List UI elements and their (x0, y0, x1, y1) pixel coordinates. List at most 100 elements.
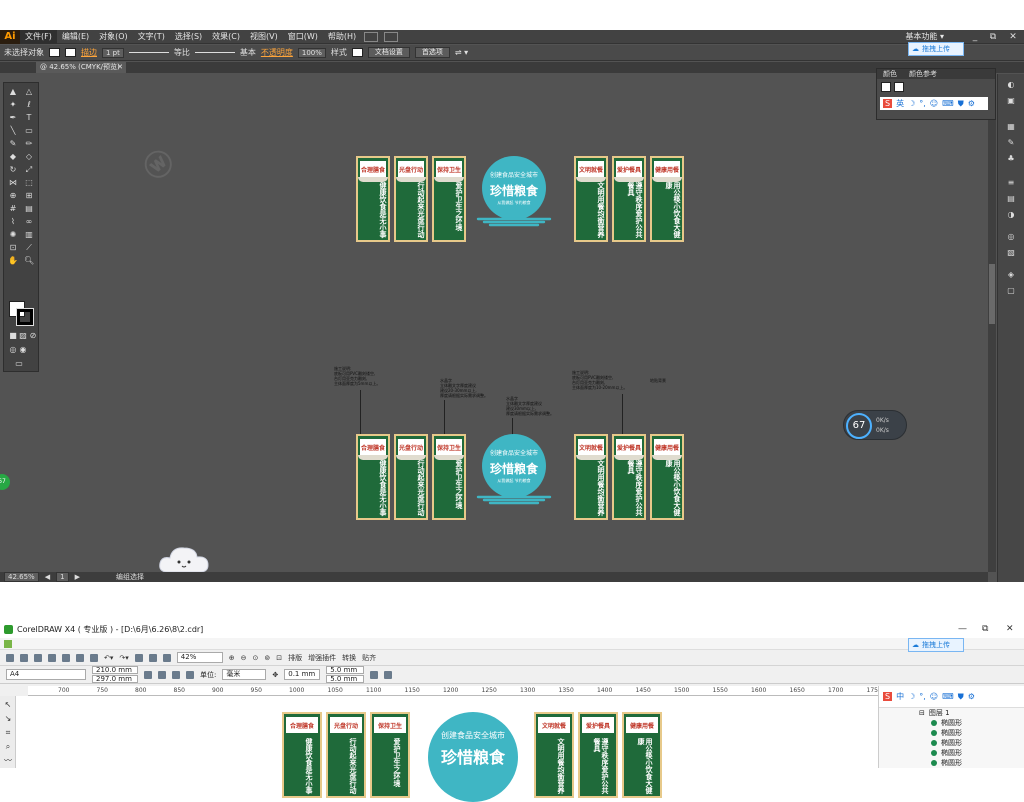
free-transform-icon[interactable]: ⬚ (24, 178, 34, 187)
emoji-icon[interactable]: ☺ (930, 99, 938, 108)
zoom-tool-icon[interactable]: ⌕ (3, 742, 13, 751)
scrollbar-thumb[interactable] (989, 264, 995, 324)
expand-icon[interactable]: ⊟ (919, 709, 925, 717)
paste-icon[interactable] (90, 653, 98, 662)
shirt-icon[interactable]: ⛊ (958, 99, 964, 109)
standee[interactable]: 光盘行动 行动起来光盘行动 (326, 712, 366, 798)
menu-edit[interactable]: 编辑(E) (57, 30, 94, 44)
lasso-icon[interactable]: ℓ (24, 100, 34, 109)
workspace-switcher[interactable]: 基本功能 ▾ (905, 31, 944, 42)
blob-brush-icon[interactable]: ◆ (8, 152, 18, 161)
standee[interactable]: 保持卫生 爱护卫生之环境 (432, 156, 466, 242)
menu-select[interactable]: 选择(S) (170, 30, 207, 44)
portrait-icon[interactable] (144, 670, 152, 679)
cut-icon[interactable] (62, 653, 70, 662)
fill-swatch[interactable] (881, 82, 891, 92)
cloud-mascot-icon[interactable] (158, 544, 210, 574)
stroke-panel-icon[interactable]: ≡ (1006, 178, 1016, 187)
scale-tool-icon[interactable]: ⤢ (24, 165, 34, 174)
moon-icon[interactable]: ☽ (908, 692, 915, 701)
zoom-selected-icon[interactable]: ⊙ (253, 654, 259, 662)
standee[interactable]: 文明就餐 文明用餐均衡营养 (574, 156, 608, 242)
mesh-tool-icon[interactable]: # (8, 204, 18, 213)
app-launcher-icon[interactable] (162, 653, 171, 662)
crop-tool-icon[interactable]: ⌗ (3, 728, 13, 737)
standee[interactable]: 爱护餐具 遵守秩序爱护公共餐具 (612, 434, 646, 520)
vertical-scrollbar[interactable] (988, 74, 996, 572)
opacity-select[interactable]: 100% (297, 47, 326, 58)
standee[interactable]: 合理膳食 健康饮食是无小事 (282, 712, 322, 798)
close-button[interactable]: ✕ (1004, 30, 1022, 44)
stroke-swatch[interactable] (894, 82, 904, 92)
menu-window[interactable]: 窗口(W) (283, 30, 323, 44)
current-page-icon[interactable] (186, 670, 194, 679)
screen-mode-icon[interactable]: ▭ (14, 359, 24, 368)
pencil-icon[interactable]: ✏ (24, 139, 34, 148)
page-size-select[interactable]: A4 (6, 669, 86, 680)
document-icon[interactable] (4, 640, 12, 648)
profile-select[interactable]: 等比 (174, 47, 190, 58)
graph-tool-icon[interactable]: ▥ (24, 230, 34, 239)
artboard-number[interactable]: 1 (56, 572, 69, 582)
network-speed-widget[interactable]: 67 0K/s 0K/s (843, 410, 907, 440)
standee[interactable]: 合理膳食 健康饮食是无小事 (356, 434, 390, 520)
gradient-panel-icon[interactable]: ▤ (1006, 194, 1016, 203)
rotate-tool-icon[interactable]: ↻ (8, 165, 18, 174)
zoom-tool-icon[interactable]: 🔍︎ (24, 256, 34, 265)
settings-icon[interactable]: ⚙ (968, 692, 975, 701)
keyboard-icon[interactable]: ⌨ (942, 99, 954, 108)
gradient-mode-icon[interactable]: ▨ (18, 331, 28, 340)
cd-minimize-button[interactable]: — (958, 624, 967, 634)
pen-tool-icon[interactable]: ✒ (8, 113, 18, 122)
symbol-sprayer-icon[interactable]: ✺ (8, 230, 18, 239)
menu-effect[interactable]: 效果(C) (207, 30, 245, 44)
layer-row[interactable]: ⊟ 图层 1 (879, 708, 1024, 718)
next-artboard-icon[interactable]: ▶ (75, 573, 80, 581)
zoom-in-icon[interactable]: ⊕ (229, 654, 235, 662)
close-tab-icon[interactable]: ✕ (117, 62, 123, 73)
color-mode-icon[interactable]: ■ (8, 331, 18, 340)
stroke-link[interactable]: 描边 (81, 47, 97, 58)
save-icon[interactable] (34, 653, 42, 662)
export-icon[interactable] (148, 653, 157, 662)
ime-language[interactable]: 英 (896, 98, 904, 109)
transparency-icon[interactable]: ◑ (1006, 210, 1016, 219)
keyboard-icon[interactable]: ⌨ (942, 692, 954, 701)
standee[interactable]: 光盘行动 行动起来光盘行动 (394, 156, 428, 242)
standee[interactable]: 文明就餐 文明用餐均衡营养 (574, 434, 608, 520)
convert-toolbar-item[interactable]: 转换 (342, 653, 356, 663)
standee[interactable]: 爱护餐具 遵守秩序爱护公共餐具 (578, 712, 618, 798)
object-row[interactable]: 椭圆形 (879, 718, 1024, 728)
punctuation-icon[interactable]: °, (919, 692, 926, 701)
emoji-icon[interactable]: ☺ (930, 692, 938, 701)
object-row[interactable]: 椭圆形 (879, 758, 1024, 768)
standee[interactable]: 文明就餐 文明用餐均衡营养 (534, 712, 574, 798)
cd-maximize-button[interactable]: ⧉ (982, 624, 988, 634)
units-select[interactable]: 毫米 (222, 669, 267, 680)
object-row[interactable]: 椭圆形 (879, 738, 1024, 748)
menu-help[interactable]: 帮助(H) (323, 30, 361, 44)
punctuation-icon[interactable]: °, (919, 99, 926, 108)
opacity-link[interactable]: 不透明度 (261, 47, 293, 58)
stroke-color-box[interactable] (16, 308, 34, 326)
brush-select[interactable]: 基本 (240, 47, 256, 58)
color-guide-icon[interactable]: ▣ (1006, 96, 1016, 105)
rectangle-tool-icon[interactable]: ▭ (24, 126, 34, 135)
eyedropper-icon[interactable]: ⌇ (8, 217, 18, 226)
cd-standee-group[interactable]: 合理膳食 健康饮食是无小事 光盘行动 行动起来光盘行动 保持卫生 爱护卫生之环境… (282, 712, 702, 802)
new-icon[interactable] (6, 653, 14, 662)
appearance-icon[interactable]: ◎ (1006, 232, 1016, 241)
layout-toolbar-item[interactable]: 排版 (288, 653, 302, 663)
first-artboard-icon[interactable]: ◀ (45, 573, 50, 581)
tab-color-guide[interactable]: 颜色参考 (909, 69, 937, 79)
shape-tool-icon[interactable]: ↘ (3, 714, 13, 723)
zoom-field[interactable]: 42.65% (4, 572, 39, 582)
page-height-field[interactable]: 297.0 mm (92, 675, 138, 683)
snap-toolbar-item[interactable]: 贴齐 (362, 653, 376, 663)
menu-file[interactable]: 文件(F) (20, 29, 57, 44)
center-badge[interactable]: 创建食品安全城市 珍惜粮食 从我做起 节约粮食 (482, 434, 546, 498)
style-swatch[interactable] (351, 48, 363, 57)
paintbrush-icon[interactable]: ✎ (8, 139, 18, 148)
bridge-icon[interactable] (364, 31, 379, 42)
perspective-grid-icon[interactable]: ⊞ (24, 191, 34, 200)
